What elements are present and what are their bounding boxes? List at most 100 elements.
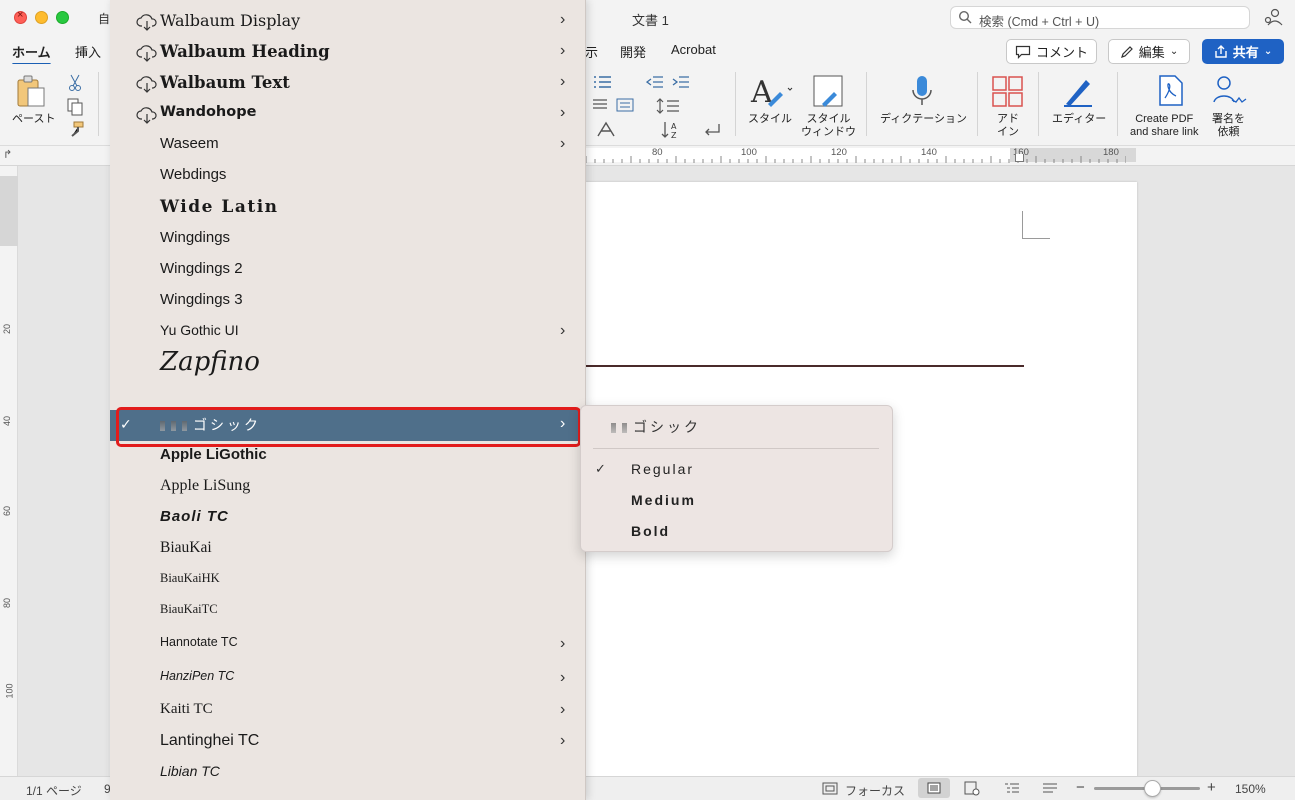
font-item[interactable]: Baoli TC [110,503,585,534]
add-ins-icon[interactable] [992,76,1024,108]
cloud-download-icon [136,107,157,124]
font-item[interactable]: BiauKaiHK [110,566,585,597]
close-window-button[interactable] [14,9,27,24]
font-item[interactable]: Yu Gothic UI › [110,317,585,348]
horizontal-rule [586,365,1024,367]
font-item[interactable]: Wingdings 2 [110,255,585,286]
cloud-download-icon [136,14,157,31]
copy-icon[interactable] [67,98,83,116]
font-item[interactable]: Lantinghei TC › [110,727,585,758]
font-item[interactable]: Webdings [110,161,585,192]
font-item[interactable]: Wingdings 3 [110,286,585,317]
web-layout-icon[interactable] [964,781,980,796]
focus-icon[interactable] [822,782,838,795]
outline-icon[interactable] [1004,782,1020,795]
ruler-number: 20 [2,323,13,335]
font-item[interactable]: Walbaum Text › [110,68,585,99]
chevron-right-icon: › [560,701,566,718]
style-bold[interactable]: Bold [631,523,670,539]
right-indent-marker[interactable] [1015,154,1024,162]
tab-view[interactable]: 示 [585,42,598,61]
zoom-in-button[interactable]: + [1207,779,1216,796]
font-name: Waseem [160,135,219,152]
align-left-icon[interactable] [592,98,608,112]
paragraph-mark-icon[interactable] [702,122,722,138]
zoom-out-button[interactable]: − [1076,779,1085,796]
editor-icon[interactable] [1060,74,1096,110]
font-item[interactable]: Zapfino [110,347,585,403]
font-name: Kaiti TC [160,701,213,717]
styles-icon[interactable]: A [750,74,794,110]
shading-icon[interactable] [594,120,624,138]
decrease-indent-icon[interactable] [646,74,664,90]
font-item[interactable]: Wide Latin [110,192,585,223]
style-medium[interactable]: Medium [631,492,696,508]
request-signature-icon[interactable] [1212,74,1248,108]
font-item[interactable]: Waseem › [110,130,585,161]
request-signature-label: 署名を 依頼 [1212,113,1245,138]
font-name: Webdings [160,166,227,183]
chevron-down-icon: ⌄ [1263,46,1273,57]
font-item[interactable]: Wandohope › [110,99,585,130]
account-icon[interactable] [1263,8,1283,26]
cloud-download-icon [136,45,157,62]
font-item[interactable]: Walbaum Display › [110,6,585,37]
zoom-window-button[interactable] [56,11,69,24]
draft-icon[interactable] [1042,782,1058,795]
font-name: BiauKaiHK [160,571,220,585]
font-name: Libian TC [160,763,220,779]
share-icon [1215,44,1227,58]
print-layout-button[interactable] [918,778,950,798]
microphone-icon[interactable] [910,74,934,110]
sort-icon[interactable]: AZ [660,120,682,140]
font-item[interactable]: Apple LiSung [110,472,585,503]
page-count[interactable]: 1/1 ページ [26,782,82,799]
font-name: Wide Latin [160,197,279,217]
chevron-right-icon: › [560,104,566,121]
search-placeholder: 検索 (Cmd + Ctrl + U) [979,15,1100,29]
editor-label: エディター [1052,113,1107,125]
styles-pane-icon[interactable] [812,74,846,110]
tab-acrobat[interactable]: Acrobat [671,42,716,57]
style-regular[interactable]: Regular [631,461,694,477]
scissors-icon[interactable] [68,74,82,92]
dictation-label: ディクテーション [880,113,968,125]
format-painter-icon[interactable] [68,121,84,137]
tab-developer[interactable]: 開発 [620,42,646,61]
focus-label[interactable]: フォーカス [845,782,905,799]
search-field[interactable]: 検索 (Cmd + Ctrl + U) [950,6,1250,29]
tab-home[interactable]: ホーム [12,42,51,66]
font-name: Baoli TC [160,508,229,525]
ruler-number: 80 [2,597,13,609]
font-item[interactable]: Kaiti TC › [110,696,585,727]
line-spacing-icon[interactable] [656,98,690,114]
font-item[interactable]: Walbaum Heading › [110,37,585,68]
ruler-number: 40 [2,415,13,427]
font-item[interactable]: BiauKai [110,534,585,565]
font-item[interactable]: Hannotate TC › [110,630,585,661]
cloud-download-icon [136,76,157,93]
font-item[interactable]: HanziPen TC › [110,664,585,695]
zoom-slider-thumb[interactable] [1144,780,1161,797]
create-pdf-icon[interactable] [1156,74,1186,108]
font-item[interactable]: Wingdings [110,224,585,255]
font-name: Zapfino [160,347,260,377]
comment-button[interactable]: コメント [1006,39,1097,64]
chevron-right-icon: › [560,732,566,749]
tab-insert[interactable]: 挿入 [75,42,101,61]
font-item[interactable]: BiauKaiTC [110,597,585,628]
edit-mode-button[interactable]: 編集 ⌄ [1108,39,1190,64]
paste-icon[interactable] [14,74,50,110]
create-pdf-label: Create PDF and share link [1130,113,1199,138]
zoom-level[interactable]: 150% [1235,782,1266,796]
bullet-list-icon[interactable] [592,74,622,90]
increase-indent-icon[interactable] [672,74,690,90]
tab-stop-icon[interactable]: ↱ [3,148,12,161]
share-button[interactable]: 共有 ⌄ [1202,39,1284,64]
chevron-right-icon: › [560,669,566,686]
minimize-window-button[interactable] [35,11,48,24]
font-item[interactable]: Libian TC [110,758,585,789]
distribute-icon[interactable] [616,98,634,112]
font-name: Wingdings [160,229,231,246]
autosave-label: 自 [98,12,111,26]
